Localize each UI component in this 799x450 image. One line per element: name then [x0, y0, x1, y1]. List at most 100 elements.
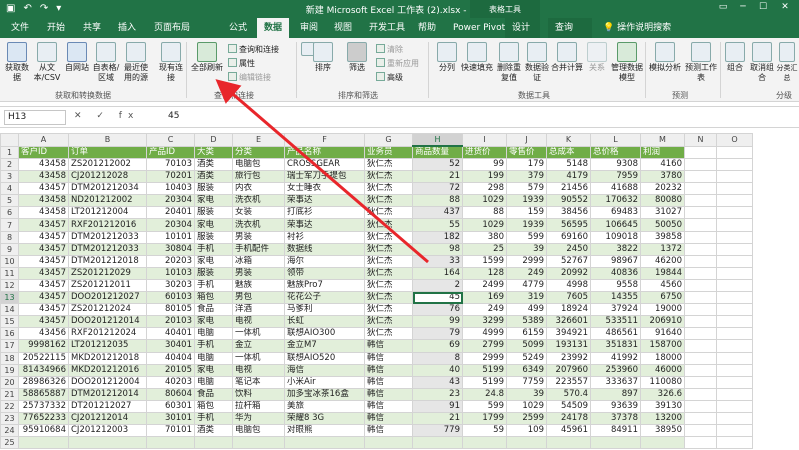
table-cell[interactable]: 170632: [590, 194, 641, 208]
table-cell[interactable]: 4560: [640, 278, 685, 293]
table-cell[interactable]: 1939: [506, 218, 547, 232]
table-cell[interactable]: 电脑包: [232, 424, 285, 438]
table-cell[interactable]: DOO201212014: [68, 315, 147, 329]
table-cell[interactable]: 533511: [590, 315, 641, 329]
column-header[interactable]: E: [232, 133, 285, 147]
table-cell[interactable]: 手机: [194, 278, 233, 293]
table-cell[interactable]: 50050: [640, 218, 685, 232]
table-cell[interactable]: 91: [412, 399, 463, 413]
table-cell[interactable]: 1799: [462, 411, 507, 426]
table-cell[interactable]: 10403: [146, 182, 195, 196]
tab-insert[interactable]: 插入: [111, 18, 143, 38]
column-header[interactable]: N: [684, 133, 717, 147]
table-cell[interactable]: 43457: [18, 291, 69, 305]
table-cell[interactable]: 2799: [462, 339, 507, 353]
table-cell[interactable]: [684, 424, 717, 438]
table-cell[interactable]: DTM201212014: [68, 387, 147, 401]
table-cell[interactable]: [506, 436, 547, 450]
row-number[interactable]: 1: [0, 145, 19, 159]
table-cell[interactable]: 46000: [640, 363, 685, 377]
table-cell[interactable]: 酒类: [194, 424, 233, 438]
table-cell[interactable]: 88: [412, 194, 463, 208]
table-cell[interactable]: [284, 436, 365, 450]
table-cell[interactable]: 3822: [590, 242, 641, 256]
column-header[interactable]: A: [18, 133, 69, 147]
row-number[interactable]: 9: [0, 242, 19, 256]
table-cell[interactable]: 20522115: [18, 351, 69, 365]
close-icon[interactable]: ✕: [778, 2, 792, 14]
table-cell[interactable]: 6159: [506, 327, 547, 341]
row-number[interactable]: 21: [0, 387, 19, 401]
table-cell[interactable]: [716, 242, 753, 256]
table-cell[interactable]: 花花公子: [284, 291, 365, 305]
table-cell[interactable]: 23992: [546, 351, 591, 365]
table-cell[interactable]: [684, 242, 717, 256]
table-cell[interactable]: 狄仁杰: [364, 266, 413, 280]
table-cell[interactable]: LT201212004: [68, 206, 147, 220]
table-cell[interactable]: CJ201212028: [68, 170, 147, 184]
table-cell[interactable]: [684, 339, 717, 353]
table-cell[interactable]: 46200: [640, 254, 685, 268]
table-cell[interactable]: 金立M7: [284, 339, 365, 353]
table-cell[interactable]: [716, 399, 753, 413]
table-cell[interactable]: 779: [412, 424, 463, 438]
name-box[interactable]: H13: [4, 110, 66, 125]
from-text-csv-button[interactable]: 从文本/CSV: [32, 42, 62, 83]
table-cell[interactable]: 70101: [146, 424, 195, 438]
active-cell[interactable]: 45: [412, 291, 463, 305]
table-cell[interactable]: 70103: [146, 157, 195, 172]
table-cell[interactable]: [146, 436, 195, 450]
row-number[interactable]: 14: [0, 303, 19, 317]
table-cell[interactable]: [232, 436, 285, 450]
table-cell[interactable]: 39: [506, 242, 547, 256]
table-cell[interactable]: [364, 436, 413, 450]
table-cell[interactable]: 40404: [146, 351, 195, 365]
row-number[interactable]: 3: [0, 170, 19, 184]
table-cell[interactable]: 30101: [146, 411, 195, 426]
table-cell[interactable]: 电脑: [194, 375, 233, 389]
table-cell[interactable]: [684, 254, 717, 268]
table-cell[interactable]: 37378: [590, 411, 641, 426]
table-cell[interactable]: 223557: [546, 375, 591, 389]
table-cell[interactable]: 4179: [546, 170, 591, 184]
table-cell[interactable]: 电脑: [194, 351, 233, 365]
table-cell[interactable]: 5099: [506, 339, 547, 353]
table-cell[interactable]: 总成本: [546, 145, 591, 159]
table-cell[interactable]: 95910684: [18, 424, 69, 438]
table-cell[interactable]: 韩信: [364, 411, 413, 426]
table-cell[interactable]: 狄仁杰: [364, 327, 413, 341]
table-cell[interactable]: 25737332: [18, 399, 69, 413]
table-cell[interactable]: [716, 291, 753, 305]
tell-me-search[interactable]: 💡 操作说明搜索: [596, 18, 678, 38]
table-cell[interactable]: 食品: [194, 303, 233, 317]
table-cell[interactable]: 韩信: [364, 387, 413, 401]
table-cell[interactable]: [684, 206, 717, 220]
table-cell[interactable]: 76: [412, 303, 463, 317]
table-cell[interactable]: [716, 254, 753, 268]
table-cell[interactable]: 韩信: [364, 375, 413, 389]
table-cell[interactable]: 43: [412, 375, 463, 389]
table-cell[interactable]: 52767: [546, 254, 591, 268]
table-cell[interactable]: [684, 303, 717, 317]
table-cell[interactable]: 79: [412, 327, 463, 341]
maximize-icon[interactable]: ☐: [756, 2, 770, 14]
select-all-corner[interactable]: [0, 133, 19, 147]
table-cell[interactable]: 订单: [68, 145, 147, 159]
tab-help[interactable]: 帮助: [411, 18, 443, 38]
table-cell[interactable]: DT201212027: [68, 399, 147, 413]
properties-button[interactable]: 属性: [228, 58, 255, 69]
table-cell[interactable]: 33: [412, 254, 463, 268]
row-number[interactable]: 23: [0, 411, 19, 426]
column-header[interactable]: I: [462, 133, 507, 147]
table-cell[interactable]: DTM201212018: [68, 254, 147, 268]
table-cell[interactable]: 韩信: [364, 399, 413, 413]
table-cell[interactable]: 164: [412, 266, 463, 280]
table-cell[interactable]: ND201212002: [68, 194, 147, 208]
table-cell[interactable]: 90552: [546, 194, 591, 208]
table-cell[interactable]: 43457: [18, 242, 69, 256]
table-cell[interactable]: 6349: [506, 363, 547, 377]
table-cell[interactable]: 109018: [590, 230, 641, 244]
table-cell[interactable]: 4998: [546, 278, 591, 293]
table-cell[interactable]: 美旅: [284, 399, 365, 413]
table-cell[interactable]: 18000: [640, 351, 685, 365]
